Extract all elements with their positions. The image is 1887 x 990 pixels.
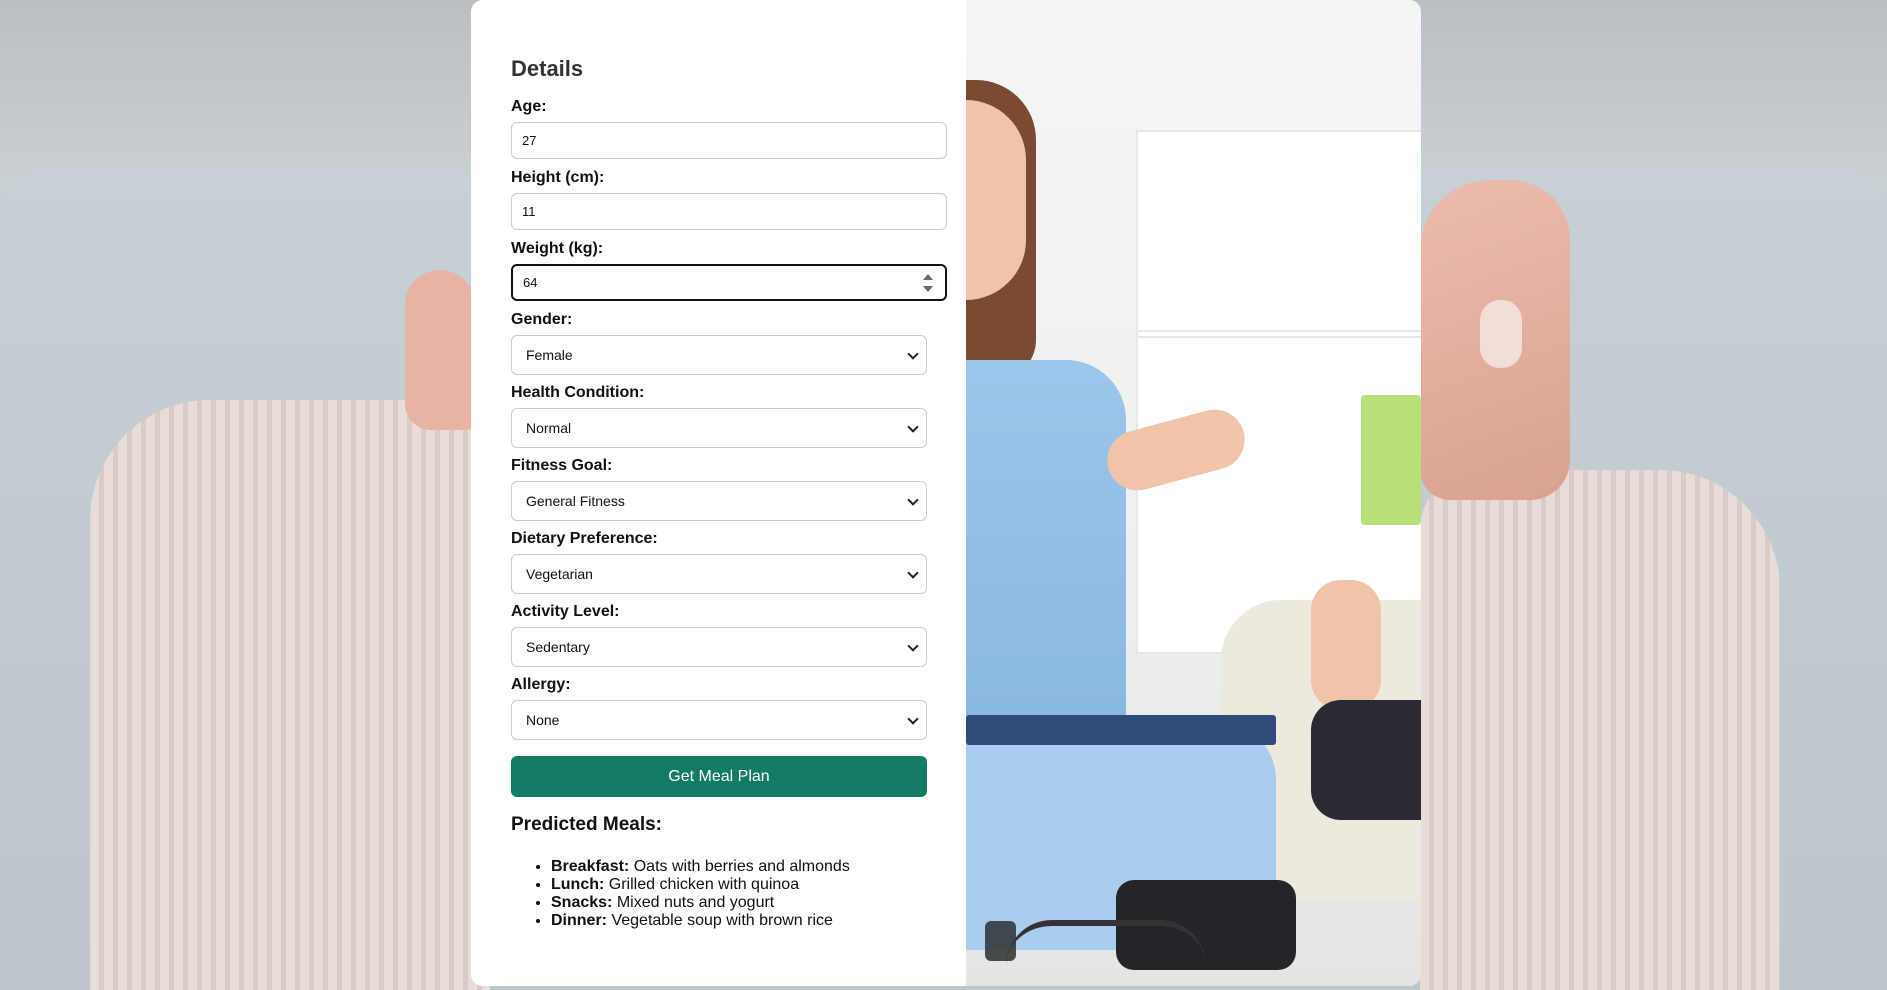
fingernail xyxy=(1480,300,1522,368)
weight-input[interactable]: 64 xyxy=(511,264,947,301)
height-value: 11 xyxy=(522,204,536,219)
age-label: Age: xyxy=(511,98,547,115)
meal-name: Dinner: xyxy=(551,912,607,929)
chevron-down-icon xyxy=(907,640,919,652)
clipboard xyxy=(966,715,1276,745)
patient-arm xyxy=(1311,580,1381,710)
health-condition-select[interactable]: Normal xyxy=(511,408,927,448)
meal-name: Lunch: xyxy=(551,876,605,893)
meal-planner-card: Details Age: 27 Height (cm): 11 Weight (… xyxy=(471,0,1421,986)
age-input[interactable]: 27 xyxy=(511,122,947,159)
activity-level-value: Sedentary xyxy=(526,639,590,655)
weight-value: 64 xyxy=(523,275,538,290)
meal-name: Snacks: xyxy=(551,894,613,911)
stethoscope xyxy=(1006,920,1206,966)
height-label: Height (cm): xyxy=(511,169,605,186)
sweater-sleeve-left xyxy=(90,400,490,990)
shelf xyxy=(1136,130,1421,654)
health-condition-value: Normal xyxy=(526,420,572,436)
fitness-goal-select[interactable]: General Fitness xyxy=(511,481,927,521)
fitness-goal-label: Fitness Goal: xyxy=(511,457,613,474)
meal-item: Oats with berries and almonds xyxy=(633,858,850,875)
list-item: Dinner: Vegetable soup with brown rice xyxy=(551,912,850,930)
spinner-arrows-icon[interactable] xyxy=(923,274,933,292)
patient-skirt xyxy=(1311,700,1421,820)
meal-item: Mixed nuts and yogurt xyxy=(616,894,775,911)
predicted-meals-title: Predicted Meals: xyxy=(511,814,662,835)
gender-value: Female xyxy=(526,347,573,363)
gender-select[interactable]: Female xyxy=(511,335,927,375)
height-input[interactable]: 11 xyxy=(511,193,947,230)
allergy-label: Allergy: xyxy=(511,676,571,693)
chevron-down-icon xyxy=(907,567,919,579)
meal-item: Grilled chicken with quinoa xyxy=(608,876,800,893)
fitness-goal-value: General Fitness xyxy=(526,493,625,509)
chevron-down-icon xyxy=(907,494,919,506)
allergy-select[interactable]: None xyxy=(511,700,927,740)
plant-pot xyxy=(1361,395,1421,525)
shelf-board xyxy=(1136,330,1421,338)
chevron-down-icon xyxy=(907,713,919,725)
consultation-photo xyxy=(966,0,1421,986)
scroll-handle[interactable] xyxy=(985,921,1016,961)
doctor-face xyxy=(966,100,1026,300)
list-item: Breakfast: Oats with berries and almonds xyxy=(551,858,850,876)
list-item: Lunch: Grilled chicken with quinoa xyxy=(551,876,850,894)
list-item: Snacks: Mixed nuts and yogurt xyxy=(551,894,850,912)
chevron-down-icon xyxy=(907,421,919,433)
age-value: 27 xyxy=(522,133,537,148)
dietary-preference-label: Dietary Preference: xyxy=(511,530,658,547)
dietary-preference-select[interactable]: Vegetarian xyxy=(511,554,927,594)
activity-level-select[interactable]: Sedentary xyxy=(511,627,927,667)
dietary-preference-value: Vegetarian xyxy=(526,566,593,582)
gender-label: Gender: xyxy=(511,311,573,328)
allergy-value: None xyxy=(526,712,560,728)
meal-item: Vegetable soup with brown rice xyxy=(611,912,833,929)
get-meal-plan-button[interactable]: Get Meal Plan xyxy=(511,756,927,797)
meal-list: Breakfast: Oats with berries and almonds… xyxy=(511,858,850,930)
meal-name: Breakfast: xyxy=(551,858,630,875)
chevron-down-icon xyxy=(907,348,919,360)
details-form: Details Age: 27 Height (cm): 11 Weight (… xyxy=(471,0,966,986)
activity-level-label: Activity Level: xyxy=(511,603,620,620)
weight-label: Weight (kg): xyxy=(511,240,604,257)
form-heading: Details xyxy=(511,56,584,81)
health-condition-label: Health Condition: xyxy=(511,384,645,401)
sweater-sleeve-right xyxy=(1420,470,1780,990)
hand-left xyxy=(405,270,475,430)
